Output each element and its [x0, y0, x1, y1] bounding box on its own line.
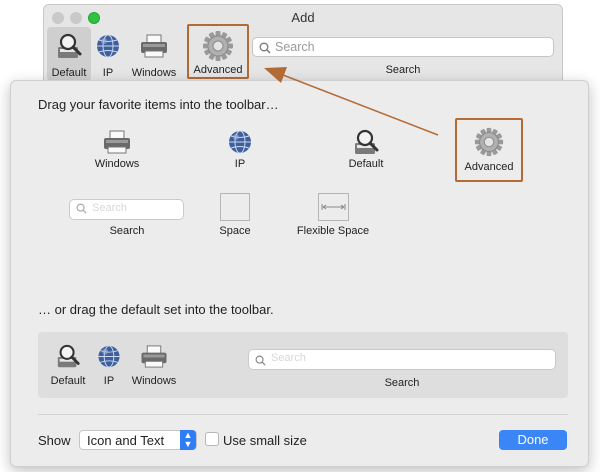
default-set[interactable]: Default IP Windows Search Search — [38, 332, 568, 398]
search-icon — [255, 353, 266, 371]
flexible-space-icon — [318, 193, 349, 221]
search-field-icon: Search — [69, 199, 184, 220]
customize-toolbar-sheet: Drag your favorite items into the toolba… — [10, 80, 589, 467]
palette-item-flexible-space[interactable]: Flexible Space — [293, 193, 373, 241]
globe-icon — [227, 129, 253, 158]
default-set-heading: … or drag the default set into the toolb… — [38, 302, 274, 317]
magnifier-doc-icon — [54, 33, 84, 64]
toolbar-item-windows[interactable]: Windows — [128, 27, 180, 81]
default-set-search-field: Search — [248, 349, 556, 370]
toolbar-search-label: Search — [385, 64, 421, 76]
toolbar-item-label: Default — [51, 67, 87, 79]
default-set-search-label: Search — [384, 377, 420, 389]
default-set-item-windows: Windows — [128, 344, 180, 388]
done-button[interactable]: Done — [499, 430, 567, 450]
toolbar-item-default[interactable]: Default — [47, 27, 91, 81]
space-icon — [220, 193, 250, 221]
gear-icon — [201, 29, 235, 68]
palette-item-default[interactable]: Default — [338, 129, 394, 173]
toolbar-item-advanced[interactable]: Advanced — [187, 24, 249, 79]
default-set-item-ip: IP — [94, 344, 124, 388]
palette-item-advanced[interactable]: Advanced — [455, 118, 523, 182]
toolbar-item-label: Windows — [131, 67, 177, 79]
printer-icon — [139, 33, 169, 62]
gear-icon — [473, 126, 505, 163]
globe-icon — [97, 344, 122, 372]
show-popup-button[interactable]: Icon and Text ▲ ▼ — [79, 430, 197, 450]
toolbar-item-label: IP — [102, 67, 114, 79]
show-value: Icon and Text — [87, 433, 165, 448]
search-icon — [259, 41, 271, 59]
palette-item-search[interactable]: Search Search — [69, 197, 185, 241]
use-small-size-checkbox[interactable] — [205, 432, 219, 446]
chevron-updown-icon: ▲ ▼ — [180, 430, 196, 450]
default-set-label: Windows — [131, 375, 177, 387]
default-set-label: IP — [103, 375, 115, 387]
palette-item-label: Flexible Space — [296, 225, 370, 237]
printer-icon — [102, 129, 132, 158]
magnifier-doc-icon — [54, 344, 82, 373]
palette-item-label: Search — [109, 225, 145, 237]
palette-heading: Drag your favorite items into the toolba… — [38, 97, 279, 112]
search-placeholder: Search — [275, 40, 315, 54]
screenshot-stage: Add Default IP Windows Search Search Adv… — [0, 0, 600, 472]
use-small-size-label[interactable]: Use small size — [223, 433, 307, 448]
palette-item-label: Default — [348, 158, 384, 170]
toolbar-item-label: Advanced — [193, 64, 243, 76]
palette-item-label: Windows — [94, 158, 140, 170]
default-set-item-default: Default — [46, 344, 90, 388]
printer-icon — [140, 344, 169, 372]
window-title: Add — [291, 10, 315, 25]
show-label: Show — [38, 433, 71, 448]
palette-item-windows[interactable]: Windows — [87, 129, 147, 173]
palette-item-label: Space — [219, 225, 251, 237]
search-placeholder: Search — [92, 202, 127, 214]
default-set-label: Default — [50, 375, 86, 387]
search-placeholder: Search — [271, 352, 306, 364]
magnifier-doc-icon — [351, 129, 381, 160]
globe-icon — [95, 33, 121, 62]
toolbar-search-field[interactable]: Search — [252, 37, 554, 57]
palette-item-ip[interactable]: IP — [216, 129, 264, 173]
search-icon — [76, 203, 87, 217]
palette-item-space[interactable]: Space — [211, 193, 259, 241]
palette-item-label: Advanced — [464, 161, 514, 173]
divider — [38, 414, 568, 415]
palette-item-label: IP — [234, 158, 246, 170]
toolbar-item-ip[interactable]: IP — [92, 27, 124, 81]
